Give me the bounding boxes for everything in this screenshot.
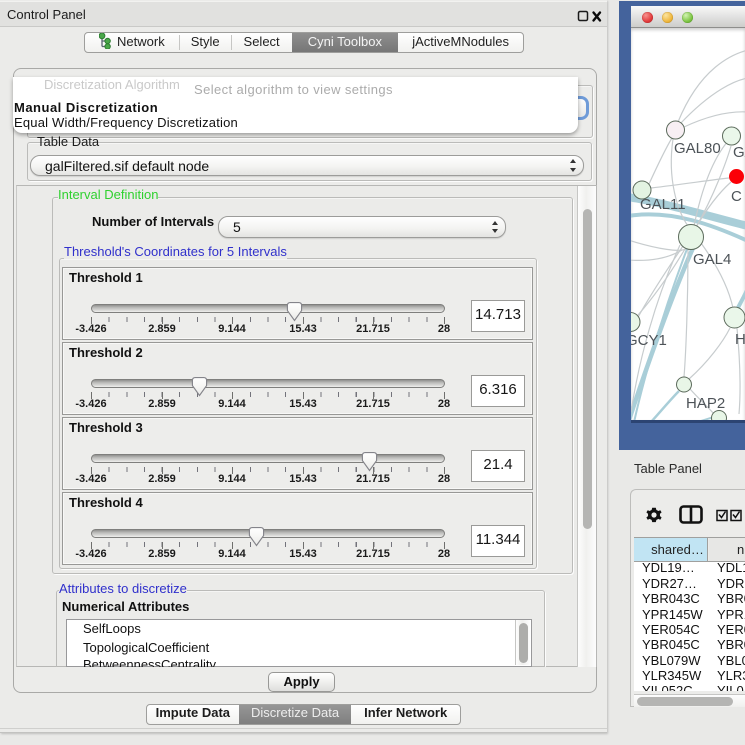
svg-text:HAP2: HAP2 bbox=[686, 395, 725, 412]
svg-text:GAL11: GAL11 bbox=[640, 196, 686, 213]
svg-text:GAL80: GAL80 bbox=[674, 140, 721, 157]
svg-text:C: C bbox=[731, 188, 742, 205]
svg-text:GA: GA bbox=[733, 144, 745, 161]
svg-text:H: H bbox=[735, 331, 745, 348]
svg-text:GCY1: GCY1 bbox=[631, 332, 667, 349]
svg-text:GAL4: GAL4 bbox=[693, 251, 731, 268]
